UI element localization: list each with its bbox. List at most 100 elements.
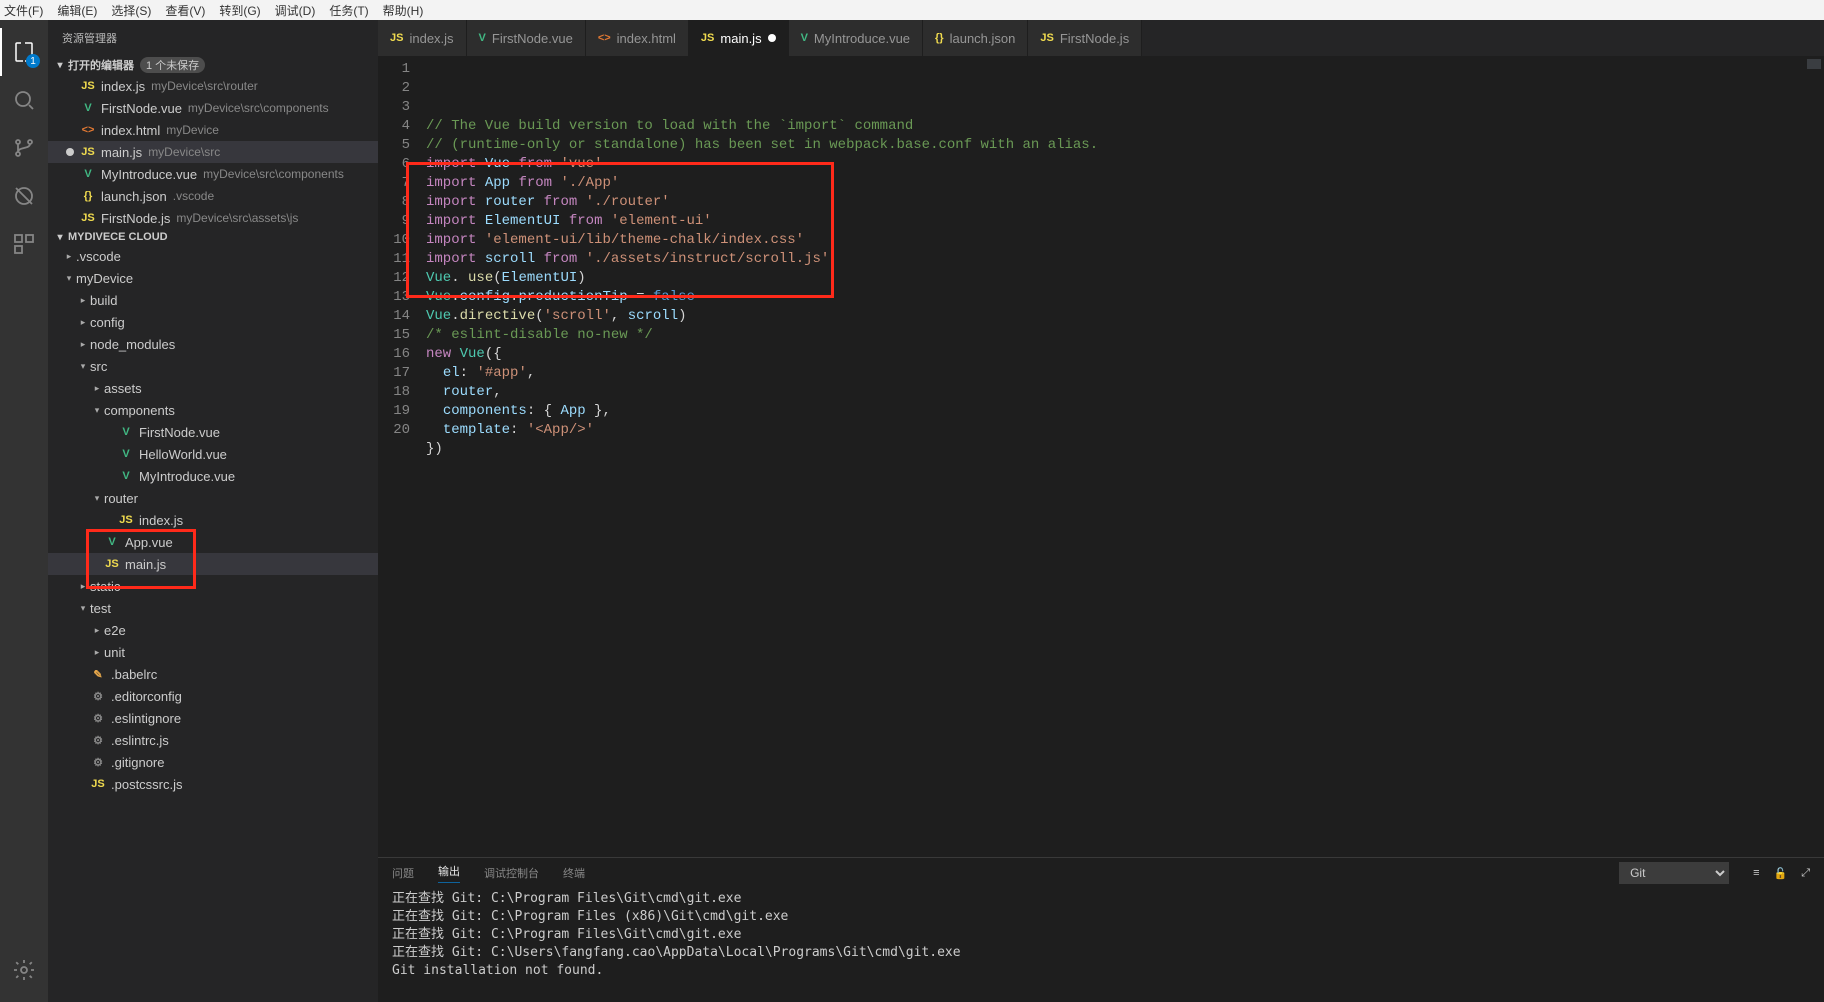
chevron-right-icon: ▸ xyxy=(90,625,104,636)
project-header[interactable]: ▾ MYDIVECE CLOUD xyxy=(48,229,378,245)
editor-tab[interactable]: V FirstNode.vue xyxy=(467,20,586,56)
tree-folder[interactable]: ▾components xyxy=(48,399,378,421)
panel-tab[interactable]: 终端 xyxy=(563,865,585,881)
menu-item[interactable]: 编辑(E) xyxy=(57,2,97,19)
open-editor-item[interactable]: {}launch.json.vscode xyxy=(48,185,378,207)
tree-file[interactable]: VMyIntroduce.vue xyxy=(48,465,378,487)
tree-folder[interactable]: ▾myDevice xyxy=(48,267,378,289)
code-line: // (runtime-only or standalone) has been… xyxy=(426,136,1804,155)
line-number: 4 xyxy=(378,117,410,136)
minimap-region xyxy=(1807,59,1821,69)
tree-file[interactable]: VApp.vue xyxy=(48,531,378,553)
tree-file[interactable]: JSindex.js xyxy=(48,509,378,531)
menu-item[interactable]: 转到(G) xyxy=(219,2,260,19)
open-file-icon[interactable]: ⤢ xyxy=(1801,867,1810,880)
activity-scm[interactable] xyxy=(0,124,48,172)
line-number: 17 xyxy=(378,364,410,383)
tree-item-label: MyIntroduce.vue xyxy=(139,469,235,484)
file-type-icon: V xyxy=(479,32,486,44)
tree-file[interactable]: ✎.babelrc xyxy=(48,663,378,685)
tree-file[interactable]: VHelloWorld.vue xyxy=(48,443,378,465)
line-number: 16 xyxy=(378,345,410,364)
tree-folder[interactable]: ▾src xyxy=(48,355,378,377)
tree-item-label: .postcssrc.js xyxy=(111,777,183,792)
tree-file[interactable]: ⚙ .editorconfig xyxy=(48,685,378,707)
line-number: 14 xyxy=(378,307,410,326)
clear-output-icon[interactable]: ≡ xyxy=(1753,867,1759,880)
editor-tab[interactable]: {}launch.json xyxy=(923,20,1028,56)
tree-file[interactable]: ⚙.gitignore xyxy=(48,751,378,773)
tree-folder[interactable]: ▸static xyxy=(48,575,378,597)
code-line: Vue.config.productionTip = false xyxy=(426,288,1804,307)
editor-tab[interactable]: JSindex.js xyxy=(378,20,467,56)
tree-item-label: .editorconfig xyxy=(111,689,182,704)
activity-search[interactable] xyxy=(0,76,48,124)
lock-scroll-icon[interactable]: 🔓 xyxy=(1773,867,1787,880)
chevron-down-icon: ▾ xyxy=(76,361,90,372)
panel-tab[interactable]: 问题 xyxy=(392,865,414,881)
tree-file[interactable]: ⚙.eslintrc.js xyxy=(48,729,378,751)
editor-tab[interactable]: <>index.html xyxy=(586,20,689,56)
panel-tab[interactable]: 输出 xyxy=(438,863,460,883)
activity-explorer[interactable]: 1 xyxy=(0,28,48,76)
editor-tab[interactable]: VMyIntroduce.vue xyxy=(789,20,923,56)
open-editor-item[interactable]: VFirstNode.vuemyDevice\src\components xyxy=(48,97,378,119)
menu-item[interactable]: 任务(T) xyxy=(329,2,368,19)
open-editor-item[interactable]: JSmain.jsmyDevice\src xyxy=(48,141,378,163)
open-editors-header[interactable]: ▾ 打开的编辑器 1 个未保存 xyxy=(48,55,378,75)
tree-folder[interactable]: ▸assets xyxy=(48,377,378,399)
file-name: MyIntroduce.vue xyxy=(101,167,197,182)
menu-item[interactable]: 调试(D) xyxy=(275,2,316,19)
menu-item[interactable]: 查看(V) xyxy=(165,2,205,19)
output-channel-select[interactable]: Git xyxy=(1619,862,1729,884)
tree-folder[interactable]: ▸unit xyxy=(48,641,378,663)
project-tree: ▸.vscode▾myDevice▸build▸config▸node_modu… xyxy=(48,245,378,795)
editor-body[interactable]: 1234567891011121314151617181920 // The V… xyxy=(378,56,1824,857)
tree-file[interactable]: ⚙.eslintignore xyxy=(48,707,378,729)
tab-label: launch.json xyxy=(950,31,1016,46)
file-name: launch.json xyxy=(101,189,167,204)
open-editor-item[interactable]: JSindex.jsmyDevice\src\router xyxy=(48,75,378,97)
open-editor-item[interactable]: <>index.htmlmyDevice xyxy=(48,119,378,141)
line-number: 2 xyxy=(378,79,410,98)
minimap[interactable] xyxy=(1804,56,1824,857)
line-number: 3 xyxy=(378,98,410,117)
activity-settings[interactable] xyxy=(0,946,48,994)
tree-folder[interactable]: ▾router xyxy=(48,487,378,509)
tree-item-label: HelloWorld.vue xyxy=(139,447,227,462)
tree-folder[interactable]: ▸.vscode xyxy=(48,245,378,267)
file-type-icon: ✎ xyxy=(90,666,106,682)
chevron-right-icon: ▸ xyxy=(76,581,90,592)
file-type-icon: V xyxy=(80,166,96,182)
code-content[interactable]: // The Vue build version to load with th… xyxy=(426,56,1804,857)
tree-folder[interactable]: ▸build xyxy=(48,289,378,311)
tree-folder[interactable]: ▸node_modules xyxy=(48,333,378,355)
open-editor-item[interactable]: JSFirstNode.jsmyDevice\src\assets\js xyxy=(48,207,378,229)
tree-file[interactable]: JSmain.js xyxy=(48,553,378,575)
chevron-right-icon: ▸ xyxy=(90,647,104,658)
menu-item[interactable]: 选择(S) xyxy=(111,2,151,19)
tree-folder[interactable]: ▸config xyxy=(48,311,378,333)
tab-label: FirstNode.vue xyxy=(492,31,573,46)
activity-extensions[interactable] xyxy=(0,220,48,268)
menu-item[interactable]: 帮助(H) xyxy=(383,2,424,19)
tree-folder[interactable]: ▸e2e xyxy=(48,619,378,641)
tree-item-label: FirstNode.vue xyxy=(139,425,220,440)
activity-debug[interactable] xyxy=(0,172,48,220)
tree-folder[interactable]: ▾test xyxy=(48,597,378,619)
tree-file[interactable]: VFirstNode.vue xyxy=(48,421,378,443)
code-line: import router from './router' xyxy=(426,193,1804,212)
file-type-icon: <> xyxy=(80,122,96,138)
editor-tab[interactable]: JSFirstNode.js xyxy=(1028,20,1142,56)
file-type-icon: ⚙ xyxy=(90,688,106,704)
menu-item[interactable]: 文件(F) xyxy=(4,2,43,19)
line-number: 5 xyxy=(378,136,410,155)
editor-tab[interactable]: JSmain.js xyxy=(689,20,789,56)
output-content[interactable]: 正在查找 Git: C:\Program Files\Git\cmd\git.e… xyxy=(378,888,1824,1002)
file-type-icon: JS xyxy=(118,512,134,528)
tree-item-label: .vscode xyxy=(76,249,121,264)
file-path: myDevice\src\components xyxy=(188,101,329,115)
tree-file[interactable]: JS.postcssrc.js xyxy=(48,773,378,795)
panel-tab[interactable]: 调试控制台 xyxy=(484,865,539,881)
open-editor-item[interactable]: VMyIntroduce.vuemyDevice\src\components xyxy=(48,163,378,185)
